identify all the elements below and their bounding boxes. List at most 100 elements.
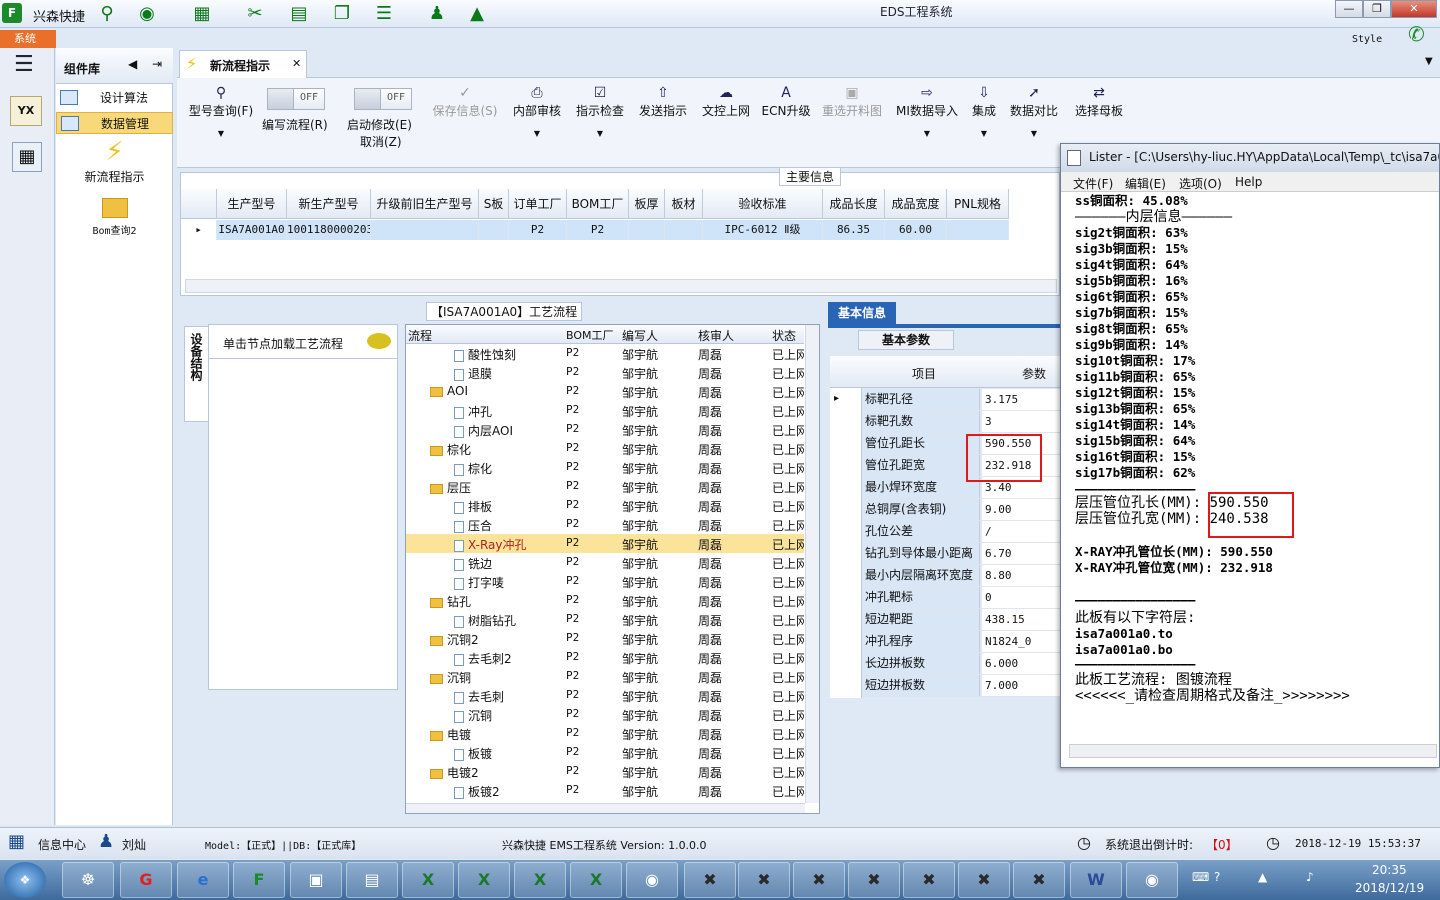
film-icon[interactable]: ▤ (287, 3, 311, 25)
edit-flow-toggle[interactable]: OFF (267, 88, 325, 110)
param-value[interactable]: 3.175 (982, 389, 1060, 410)
tree-row[interactable]: 电镀 P2 邹宇航 周磊 已上网 (406, 724, 804, 743)
param-value[interactable]: 6.70 (982, 543, 1060, 564)
grid-cell[interactable] (947, 220, 1009, 240)
horizontal-scrollbar[interactable] (185, 279, 1057, 293)
tree-row[interactable]: X-Ray冲孔 P2 邹宇航 周磊 已上网 (406, 534, 804, 553)
param-value[interactable]: 7.000 (982, 675, 1060, 696)
tab-basic-params[interactable]: 基本参数 (858, 330, 954, 350)
param-row[interactable]: 孔位公差 / (862, 521, 1060, 543)
tree-row[interactable]: 沉铜2 P2 邹宇航 周磊 已上网 (406, 629, 804, 648)
cancel-label[interactable]: 取消(Z) (360, 133, 402, 150)
reselect-cutting-button[interactable]: ▣ 重选开料图 (819, 84, 885, 144)
search-icon[interactable]: ⚲ (95, 3, 119, 25)
grid-header-cell[interactable]: PNL规格 (947, 189, 1009, 219)
grid-header-cell[interactable]: 成品长度 (823, 189, 885, 219)
system-menu-tab[interactable]: 系统 (0, 30, 56, 48)
scissors-icon[interactable]: ✂ (243, 3, 267, 25)
tree-row[interactable]: 树脂钻孔 P2 邹宇航 周磊 已上网 (406, 610, 804, 629)
taskbar-word[interactable]: W (1070, 862, 1122, 898)
tree-row[interactable]: 棕化 P2 邹宇航 周磊 已上网 (406, 439, 804, 458)
param-row[interactable]: 钻孔到导体最小距离 6.70 (862, 543, 1060, 565)
taskbar-app-ie[interactable]: e (177, 862, 229, 898)
taskbar-excel-1[interactable]: X (402, 862, 454, 898)
load-flow-panel[interactable]: 单击节点加载工艺流程 (208, 324, 398, 690)
save-info-button[interactable]: ✓ 保存信息(S) (429, 84, 501, 144)
grid-cell[interactable]: 10011800002038 (287, 220, 371, 240)
tile-bom-query[interactable]: Bom查询2 (56, 198, 173, 244)
tile-new-flow[interactable]: ⚡ 新流程指示 (56, 136, 173, 194)
close-button[interactable]: ✕ (1391, 0, 1437, 18)
taskbar-x-5[interactable]: ✖ (903, 862, 955, 898)
param-row[interactable]: 总铜厚(含表铜) 9.00 (862, 499, 1060, 521)
grid-header-cell[interactable]: 验收标准 (703, 189, 823, 219)
tree-row[interactable]: 去毛刺 P2 邹宇航 周磊 已上网 (406, 686, 804, 705)
mi-import-button[interactable]: ⇨ MI数据导入 ▼ (893, 84, 961, 144)
tree-row[interactable]: 打字唛 P2 邹宇航 周磊 已上网 (406, 572, 804, 591)
tree-row[interactable]: 排板 P2 邹宇航 周磊 已上网 (406, 496, 804, 515)
param-value[interactable]: 9.00 (982, 499, 1060, 520)
hamburger-icon[interactable]: ☰ (14, 54, 34, 76)
param-value[interactable]: / (982, 521, 1060, 542)
tree-row[interactable]: 铣边 P2 邹宇航 周磊 已上网 (406, 553, 804, 572)
tree-row[interactable]: 退膜 P2 邹宇航 周磊 已上网 (406, 363, 804, 382)
taskbar-excel-4[interactable]: X (570, 862, 622, 898)
integrate-button[interactable]: ⇩ 集成 ▼ (967, 84, 1001, 144)
calculator-icon[interactable]: ▦ (12, 142, 42, 172)
grid-cell[interactable]: 60.00 (885, 220, 947, 240)
param-value[interactable]: 438.15 (982, 609, 1060, 630)
param-value[interactable]: 8.80 (982, 565, 1060, 586)
taskbar-x-2[interactable]: ✖ (738, 862, 790, 898)
phone-icon[interactable]: ✆ (1408, 22, 1425, 46)
grid-header-cell[interactable]: 板材 (665, 189, 703, 219)
windows-grid-icon[interactable]: ▦ (8, 832, 25, 852)
taskbar-app-shell[interactable]: ☸ (62, 862, 114, 898)
user-icon[interactable]: ♟ (425, 3, 449, 25)
taskbar-x-6[interactable]: ✖ (958, 862, 1010, 898)
taskbar-x-3[interactable]: ✖ (793, 862, 845, 898)
grid-cell[interactable]: 86.35 (823, 220, 885, 240)
tab-basic-info[interactable]: 基本信息 (828, 302, 896, 324)
minimize-button[interactable]: — (1335, 0, 1363, 18)
taskbar-x-7[interactable]: ✖ (1013, 862, 1065, 898)
param-row[interactable]: 短边拼板数 7.000 (862, 675, 1060, 697)
send-instruction-button[interactable]: ⇧ 发送指示 (636, 84, 690, 144)
globe-icon[interactable]: ◉ (135, 3, 159, 25)
start-button[interactable]: ❖ (4, 862, 46, 898)
grid-cell[interactable]: P2 (509, 220, 567, 240)
tree-row[interactable]: AOI P2 邹宇航 周磊 已上网 (406, 382, 804, 401)
menu-help[interactable]: Help (1235, 175, 1262, 189)
taskbar-app-eye[interactable]: ◉ (626, 862, 678, 898)
tree-row[interactable]: 钻孔 P2 邹宇航 周磊 已上网 (406, 591, 804, 610)
internal-review-button[interactable]: ⎙ 内部审核 ▼ (510, 84, 564, 144)
taskbar-app-eye-2[interactable]: ◉ (1126, 862, 1178, 898)
grid-header-cell[interactable]: S板 (479, 189, 509, 219)
tree-row[interactable]: 沉铜 P2 邹宇航 周磊 已上网 (406, 667, 804, 686)
select-mother-board-button[interactable]: ⇄ 选择母板 (1070, 84, 1128, 144)
grid-cell[interactable]: ISA7A001A0 (217, 220, 287, 240)
menu-edit[interactable]: 编辑(E) (1125, 175, 1166, 192)
tree-row[interactable]: 压合 P2 邹宇航 周磊 已上网 (406, 515, 804, 534)
tree-row[interactable]: 去毛刺2 P2 邹宇航 周磊 已上网 (406, 648, 804, 667)
tree-row[interactable]: 棕化 P2 邹宇航 周磊 已上网 (406, 458, 804, 477)
style-menu[interactable]: Style (1352, 34, 1382, 45)
grid-cell[interactable]: P2 (567, 220, 629, 240)
tree-row[interactable]: 板镀2 P2 邹宇航 周磊 已上网 (406, 781, 804, 800)
tree-row[interactable]: 沉铜 P2 邹宇航 周磊 已上网 (406, 705, 804, 724)
publish-button[interactable]: ☁ 文控上网 (699, 84, 753, 144)
instruction-check-button[interactable]: ☑ 指示检查 ▼ (573, 84, 627, 144)
param-row[interactable]: 冲孔程序 N1824_0 (862, 631, 1060, 653)
vertical-scrollbar[interactable] (805, 325, 819, 803)
tab-menu-icon[interactable]: ▼ (1425, 56, 1433, 67)
help-icon[interactable]: ? (1214, 870, 1220, 884)
param-row[interactable]: 冲孔靶标 0 (862, 587, 1060, 609)
collapse-left-icon[interactable]: ◀ (128, 57, 137, 71)
param-value[interactable]: 0 (982, 587, 1060, 608)
grid-cell[interactable] (629, 220, 665, 240)
grid-cell[interactable] (479, 220, 509, 240)
grid-header-cell[interactable]: 板厚 (629, 189, 665, 219)
param-value[interactable]: 6.000 (982, 653, 1060, 674)
taskbar-app-save[interactable]: ▣ (290, 862, 342, 898)
menu-file[interactable]: 文件(F) (1073, 175, 1113, 192)
param-value[interactable]: 3 (982, 411, 1060, 432)
